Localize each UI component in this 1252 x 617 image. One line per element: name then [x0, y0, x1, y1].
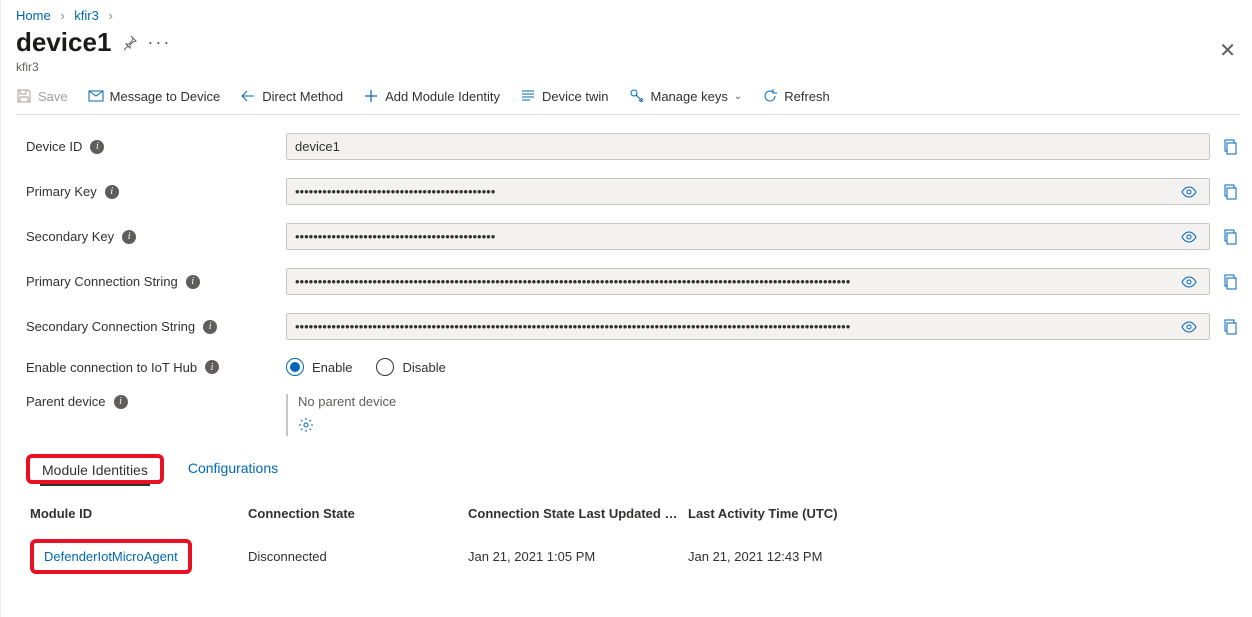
copy-icon[interactable]: [1220, 184, 1240, 200]
enable-radio-label: Enable: [312, 360, 352, 375]
tab-module-identities[interactable]: Module Identities: [40, 456, 150, 486]
copy-icon[interactable]: [1220, 139, 1240, 155]
primary-connection-string-field[interactable]: ••••••••••••••••••••••••••••••••••••••••…: [286, 268, 1210, 295]
manage-keys-label: Manage keys: [651, 89, 728, 104]
last-activity-value: Jan 21, 2021 12:43 PM: [688, 549, 1240, 564]
primary-key-label: Primary Key: [26, 184, 97, 199]
message-to-device-button[interactable]: Message to Device: [88, 88, 221, 104]
secondary-cs-value: ••••••••••••••••••••••••••••••••••••••••…: [295, 319, 850, 334]
table-row: DefenderIotMicroAgent Disconnected Jan 2…: [30, 533, 1240, 580]
show-icon[interactable]: [1177, 231, 1201, 243]
table-header: Module ID Connection State Connection St…: [30, 506, 1240, 533]
device-id-label: Device ID: [26, 139, 82, 154]
primary-cs-value: ••••••••••••••••••••••••••••••••••••••••…: [295, 274, 850, 289]
refresh-label: Refresh: [784, 89, 830, 104]
gear-icon[interactable]: [298, 417, 314, 436]
header-last-updated: Connection State Last Updated …: [468, 506, 688, 521]
connection-state-value: Disconnected: [248, 549, 468, 564]
copy-icon[interactable]: [1220, 274, 1240, 290]
pin-icon[interactable]: [121, 35, 137, 51]
manage-keys-button[interactable]: Manage keys ⌄: [629, 88, 743, 104]
refresh-button[interactable]: Refresh: [762, 88, 830, 104]
add-module-identity-button[interactable]: Add Module Identity: [363, 88, 500, 104]
parent-device-value: No parent device: [298, 394, 396, 409]
breadcrumb-home[interactable]: Home: [16, 8, 51, 23]
info-icon[interactable]: i: [90, 140, 104, 154]
direct-method-button[interactable]: Direct Method: [240, 88, 343, 104]
copy-icon[interactable]: [1220, 229, 1240, 245]
add-module-label: Add Module Identity: [385, 89, 500, 104]
chevron-right-icon: ›: [102, 8, 118, 23]
enable-connection-label: Enable connection to IoT Hub: [26, 360, 197, 375]
show-icon[interactable]: [1177, 276, 1201, 288]
info-icon[interactable]: i: [122, 230, 136, 244]
header-last-activity: Last Activity Time (UTC): [688, 506, 1240, 521]
primary-connection-string-label: Primary Connection String: [26, 274, 178, 289]
info-icon[interactable]: i: [205, 360, 219, 374]
direct-method-label: Direct Method: [262, 89, 343, 104]
show-icon[interactable]: [1177, 186, 1201, 198]
header-connection-state: Connection State: [248, 506, 468, 521]
info-icon[interactable]: i: [114, 395, 128, 409]
device-twin-button[interactable]: Device twin: [520, 88, 608, 104]
secondary-connection-string-label: Secondary Connection String: [26, 319, 195, 334]
more-icon[interactable]: ···: [147, 32, 171, 53]
breadcrumb: Home › kfir3 ›: [16, 0, 1240, 23]
show-icon[interactable]: [1177, 321, 1201, 333]
toolbar: Save Message to Device Direct Method Add…: [16, 74, 1240, 115]
header-module-id: Module ID: [30, 506, 248, 521]
last-updated-value: Jan 21, 2021 1:05 PM: [468, 549, 688, 564]
close-icon[interactable]: ✕: [1215, 34, 1240, 67]
save-label: Save: [38, 89, 68, 104]
enable-radio[interactable]: Enable: [286, 358, 352, 376]
copy-icon[interactable]: [1220, 319, 1240, 335]
secondary-key-field[interactable]: ••••••••••••••••••••••••••••••••••••••••…: [286, 223, 1210, 250]
device-twin-label: Device twin: [542, 89, 608, 104]
device-id-field[interactable]: device1: [286, 133, 1210, 160]
page-subtitle: kfir3: [16, 60, 171, 74]
page-title: device1: [16, 27, 111, 58]
info-icon[interactable]: i: [186, 275, 200, 289]
secondary-connection-string-field[interactable]: ••••••••••••••••••••••••••••••••••••••••…: [286, 313, 1210, 340]
chevron-right-icon: ›: [54, 8, 70, 23]
primary-key-field[interactable]: ••••••••••••••••••••••••••••••••••••••••…: [286, 178, 1210, 205]
breadcrumb-parent[interactable]: kfir3: [74, 8, 99, 23]
secondary-key-label: Secondary Key: [26, 229, 114, 244]
message-label: Message to Device: [110, 89, 221, 104]
disable-radio[interactable]: Disable: [376, 358, 445, 376]
module-id-link[interactable]: DefenderIotMicroAgent: [44, 549, 178, 564]
device-id-value: device1: [295, 139, 340, 154]
info-icon[interactable]: i: [105, 185, 119, 199]
parent-device-label: Parent device: [26, 394, 106, 409]
save-button: Save: [16, 88, 68, 104]
secondary-key-value: ••••••••••••••••••••••••••••••••••••••••…: [295, 229, 495, 244]
chevron-down-icon: ⌄: [734, 91, 742, 102]
info-icon[interactable]: i: [203, 320, 217, 334]
disable-radio-label: Disable: [402, 360, 445, 375]
primary-key-value: ••••••••••••••••••••••••••••••••••••••••…: [295, 184, 495, 199]
tab-configurations[interactable]: Configurations: [186, 454, 280, 484]
